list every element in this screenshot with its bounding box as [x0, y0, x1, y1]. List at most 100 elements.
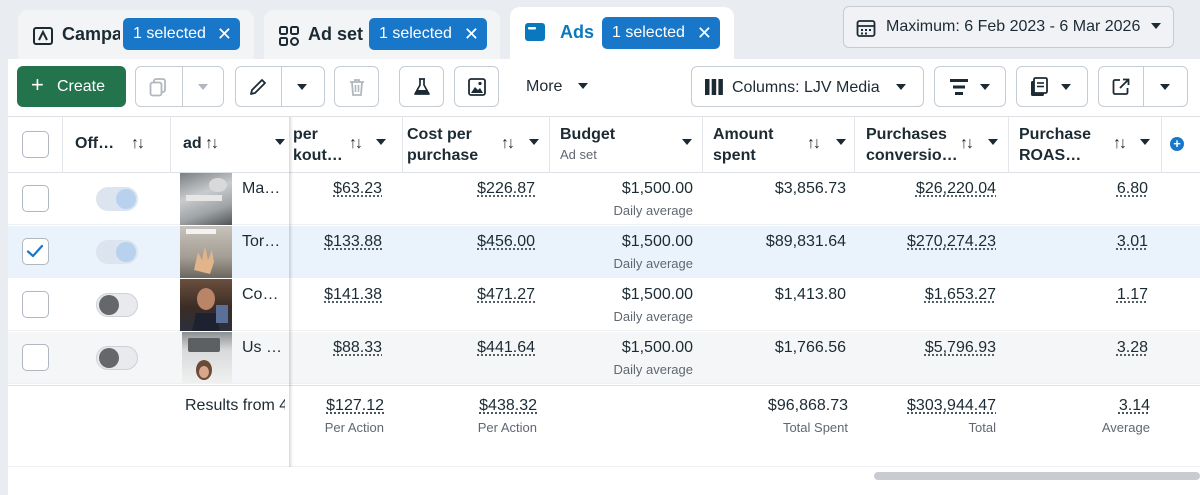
column-divider — [62, 117, 63, 173]
total-cost-per-checkout[interactable]: $127.12 — [326, 397, 384, 415]
chevron-down-icon[interactable] — [1140, 139, 1150, 145]
duplicate-dropdown-icon[interactable] — [198, 84, 208, 90]
ad-name[interactable]: Co… — [242, 286, 278, 304]
purchases-conversion-value[interactable]: $5,796.93 — [925, 339, 996, 357]
row-checkbox[interactable] — [22, 238, 49, 265]
level-tabs: Campa 1 selected ✕ Ad set 1 selected ✕ A… — [0, 0, 1200, 62]
add-column-icon[interactable]: + — [1170, 137, 1184, 151]
ad-toggle[interactable] — [96, 346, 138, 370]
chevron-down-icon[interactable] — [682, 139, 692, 145]
column-header-purchases-conversion-value[interactable]: Purchases conversio… ↑↓ — [866, 117, 1008, 173]
purchase-roas-value[interactable]: 1.17 — [1117, 286, 1148, 304]
cost-per-checkout-value[interactable]: $88.33 — [333, 339, 382, 357]
ad-toggle[interactable] — [96, 187, 138, 211]
date-range-label: Maximum: 6 Feb 2023 - 6 Mar 2026 — [886, 18, 1141, 35]
column-title: Budget — [560, 126, 616, 143]
clear-selection-icon[interactable]: ✕ — [217, 18, 232, 50]
export-icon[interactable] — [1111, 77, 1131, 97]
column-header-ad[interactable]: ad ↑↓ — [183, 117, 291, 173]
column-header-budget[interactable]: Budget Ad set — [560, 117, 700, 173]
duplicate-icon[interactable] — [148, 77, 168, 97]
ad-name[interactable]: Ma… — [242, 180, 280, 198]
ad-thumbnail[interactable] — [180, 226, 232, 278]
table-row[interactable]: Ma… $63.23 $226.87 $1,500.00 Daily avera… — [8, 173, 1200, 225]
total-purchases-conversion-value[interactable]: $303,944.47 — [907, 397, 996, 415]
divider — [281, 67, 282, 106]
more-button[interactable]: More — [518, 66, 598, 107]
ad-thumbnail[interactable] — [180, 279, 232, 331]
ad-toggle[interactable] — [96, 240, 138, 264]
horizontal-scrollbar[interactable] — [874, 472, 1200, 480]
create-button[interactable]: + Create — [17, 66, 126, 107]
table-row[interactable]: Co… $141.38 $471.27 $1,500.00 Daily aver… — [8, 279, 1200, 331]
ab-test-button[interactable] — [399, 66, 444, 107]
cost-per-checkout-value[interactable]: $63.23 — [333, 180, 382, 198]
chevron-down-icon[interactable] — [988, 139, 998, 145]
row-checkbox[interactable] — [22, 344, 49, 371]
cost-per-checkout-value[interactable]: $141.38 — [324, 286, 382, 304]
tab-ads[interactable]: Ads 1 selected ✕ — [510, 7, 734, 62]
ad-name[interactable]: Tor… — [242, 233, 280, 251]
tab-campaigns[interactable]: Campa 1 selected ✕ — [18, 10, 254, 62]
reports-dropdown[interactable] — [1016, 66, 1088, 107]
creative-preview-button[interactable] — [454, 66, 499, 107]
clear-selection-icon[interactable]: ✕ — [464, 18, 479, 50]
sort-icon[interactable]: ↑↓ — [807, 135, 821, 153]
column-title-line2: kout… — [293, 147, 343, 164]
sort-icon[interactable]: ↑↓ — [501, 135, 515, 153]
columns-icon — [705, 79, 723, 95]
delete-button[interactable] — [334, 66, 379, 107]
purchase-roas-value[interactable]: 3.01 — [1117, 233, 1148, 251]
sort-icon[interactable]: ↑↓ — [960, 135, 974, 153]
flask-icon — [414, 78, 430, 95]
amount-spent-value: $1,766.56 — [774, 339, 846, 356]
select-all-checkbox[interactable] — [22, 131, 49, 158]
chevron-down-icon[interactable] — [836, 139, 846, 145]
columns-dropdown[interactable]: Columns: LJV Media — [691, 66, 924, 107]
purchases-conversion-value[interactable]: $1,653.27 — [925, 286, 996, 304]
ad-thumbnail[interactable] — [182, 332, 232, 384]
chevron-down-icon[interactable] — [376, 139, 386, 145]
column-header-purchase-roas[interactable]: Purchase ROAS… ↑↓ — [1019, 117, 1161, 173]
edit-dropdown-icon[interactable] — [297, 84, 307, 90]
row-checkbox[interactable] — [22, 291, 49, 318]
ads-table: Off… ↑↓ ad ↑↓ per kout… ↑↓ Cost per purc… — [8, 117, 1200, 495]
sort-icon[interactable]: ↑↓ — [349, 135, 363, 153]
chevron-down-icon[interactable] — [275, 139, 285, 145]
date-range-picker[interactable]: Maximum: 6 Feb 2023 - 6 Mar 2026 — [843, 6, 1174, 48]
cost-per-checkout-value[interactable]: $133.88 — [324, 233, 382, 251]
column-header-cost-per-purchase[interactable]: Cost per purchase ↑↓ — [407, 117, 549, 173]
purchases-conversion-value[interactable]: $26,220.04 — [916, 180, 996, 198]
row-checkbox[interactable] — [22, 185, 49, 212]
chevron-down-icon[interactable] — [529, 139, 539, 145]
breakdown-dropdown[interactable] — [934, 66, 1006, 107]
chevron-down-icon — [980, 84, 990, 90]
cost-per-purchase-value[interactable]: $226.87 — [477, 180, 535, 198]
cost-per-purchase-value[interactable]: $456.00 — [477, 233, 535, 251]
table-row[interactable]: Tor… $133.88 $456.00 $1,500.00 Daily ave… — [8, 226, 1200, 278]
tab-ad-sets[interactable]: Ad set 1 selected ✕ — [264, 10, 500, 62]
sort-icon[interactable]: ↑↓ — [131, 135, 145, 153]
budget-value: $1,500.00 — [621, 233, 693, 250]
purchase-roas-value[interactable]: 6.80 — [1117, 180, 1148, 198]
toggle-knob — [116, 242, 136, 262]
ad-toggle[interactable] — [96, 293, 138, 317]
table-row[interactable]: Us … $88.33 $441.64 $1,500.00 Daily aver… — [8, 332, 1200, 384]
ad-name[interactable]: Us … — [242, 339, 282, 357]
column-title-line2: spent — [713, 147, 756, 164]
ad-thumbnail[interactable] — [180, 173, 232, 225]
cost-per-purchase-value[interactable]: $441.64 — [477, 339, 535, 357]
sort-icon[interactable]: ↑↓ — [205, 135, 219, 153]
pencil-icon[interactable] — [248, 77, 268, 97]
sort-icon[interactable]: ↑↓ — [1113, 135, 1127, 153]
column-header-off-on[interactable]: Off… ↑↓ — [75, 117, 170, 173]
column-header-cost-per-checkout[interactable]: per kout… ↑↓ — [293, 117, 402, 173]
export-dropdown-icon[interactable] — [1160, 84, 1170, 90]
total-cost-per-purchase[interactable]: $438.32 — [479, 397, 537, 415]
column-header-amount-spent[interactable]: Amount spent ↑↓ — [713, 117, 855, 173]
clear-selection-icon[interactable]: ✕ — [697, 17, 712, 49]
total-purchase-roas[interactable]: 3.14 — [1119, 397, 1150, 415]
purchases-conversion-value[interactable]: $270,274.23 — [907, 233, 996, 251]
purchase-roas-value[interactable]: 3.28 — [1117, 339, 1148, 357]
cost-per-purchase-value[interactable]: $471.27 — [477, 286, 535, 304]
